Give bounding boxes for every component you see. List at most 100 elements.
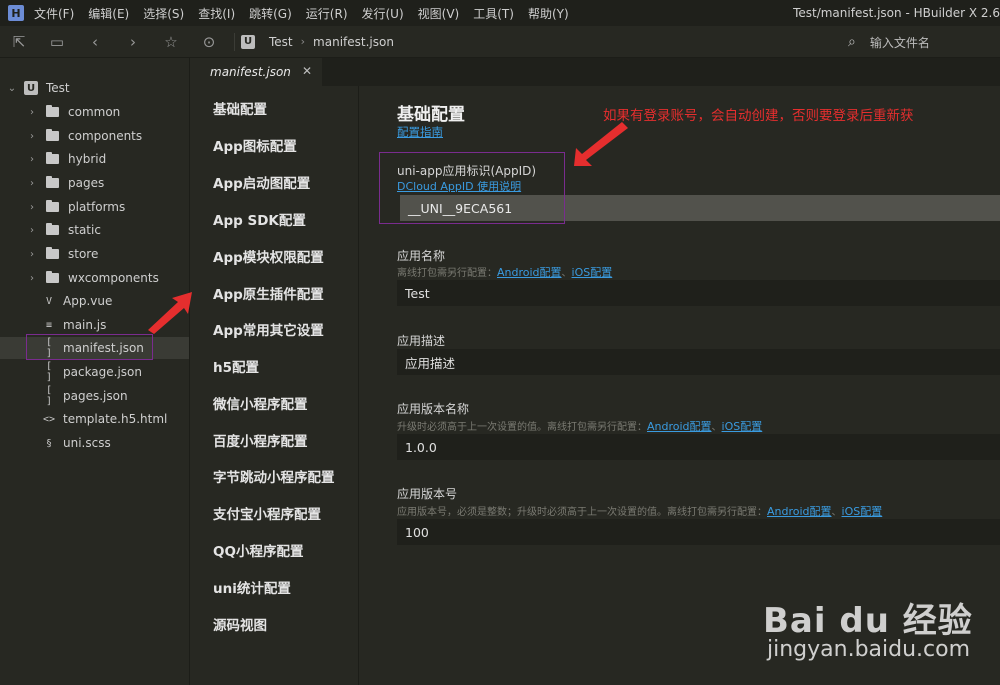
star-icon[interactable]: ☆	[152, 26, 190, 58]
tree-item-hybrid[interactable]: › hybrid	[0, 148, 189, 170]
android-config-link[interactable]: Android配置	[647, 420, 712, 433]
config-nav-item[interactable]: 源码视图	[213, 614, 267, 634]
hint-text: 升级时必须高于上一次设置的值。离线打包需另行配置：	[397, 422, 647, 433]
menu-run[interactable]: 运行(R)	[306, 5, 348, 22]
menu-publish[interactable]: 发行(U)	[362, 5, 404, 22]
config-nav: 基础配置 App图标配置 App启动图配置 App SDK配置 App模块权限配…	[190, 86, 359, 685]
config-nav-item[interactable]: App启动图配置	[213, 172, 310, 192]
forward-icon[interactable]: ›	[114, 26, 152, 58]
config-guide-link[interactable]: 配置指南	[397, 124, 443, 140]
app-name-hint: 离线打包需另行配置：Android配置、iOS配置	[397, 264, 612, 280]
vue-file-icon: V	[45, 295, 53, 307]
close-icon[interactable]: ✕	[302, 64, 312, 78]
folder-icon	[46, 271, 59, 283]
hint-text: 应用版本号，必须是整数；升级时必须高于上一次设置的值。离线打包需另行配置：	[397, 507, 767, 518]
version-code-hint: 应用版本号，必须是整数；升级时必须高于上一次设置的值。离线打包需另行配置：And…	[397, 503, 882, 519]
tree-item-platforms[interactable]: › platforms	[0, 196, 189, 218]
config-nav-item[interactable]: App原生插件配置	[213, 283, 324, 303]
tab-label: manifest.json	[210, 65, 291, 79]
config-nav-item[interactable]: App常用其它设置	[213, 319, 324, 339]
file-search-placeholder[interactable]: 输入文件名	[870, 34, 930, 51]
config-nav-item[interactable]: 基础配置	[213, 98, 267, 118]
toolbar: ⇱ ▭ ‹ › ☆ ⊙ U Test › manifest.json ⌕ 输入文…	[0, 26, 1000, 58]
chevron-right-icon[interactable]: ›	[26, 249, 38, 260]
tree-item-pages[interactable]: › pages	[0, 172, 189, 194]
tree-item-uni-scss[interactable]: § uni.scss	[0, 432, 189, 454]
app-name-label: 应用名称	[397, 249, 446, 263]
menu-goto[interactable]: 跳转(G)	[249, 5, 292, 22]
toolbar-divider	[234, 32, 235, 51]
chevron-right-icon[interactable]: ›	[26, 178, 38, 189]
folder-icon	[46, 152, 59, 164]
project-badge-icon: U	[241, 34, 255, 49]
hint-separator: 、	[711, 422, 722, 433]
hint-separator: 、	[831, 507, 842, 518]
menu-select[interactable]: 选择(S)	[143, 5, 184, 22]
app-name-field[interactable]: Test	[397, 280, 1000, 306]
config-nav-item[interactable]: 百度小程序配置	[213, 430, 308, 450]
menu-edit[interactable]: 编辑(E)	[88, 5, 129, 22]
chevron-right-icon[interactable]: ›	[26, 154, 38, 165]
version-name-field[interactable]: 1.0.0	[397, 434, 1000, 460]
tree-item-pages-json[interactable]: [ ] pages.json	[0, 385, 189, 407]
tree-item-static[interactable]: › static	[0, 219, 189, 241]
config-nav-item[interactable]: 支付宝小程序配置	[213, 503, 321, 523]
menu-view[interactable]: 视图(V)	[418, 5, 460, 22]
menu-file[interactable]: 文件(F)	[34, 5, 74, 22]
config-nav-item[interactable]: h5配置	[213, 356, 259, 376]
tree-item-template-html[interactable]: <> template.h5.html	[0, 408, 189, 430]
chevron-right-icon[interactable]: ›	[26, 273, 38, 284]
breadcrumb-project[interactable]: Test	[269, 35, 293, 49]
tree-item-label: common	[68, 105, 121, 119]
config-nav-item[interactable]: uni统计配置	[213, 577, 291, 597]
chevron-right-icon[interactable]: ›	[26, 131, 38, 142]
menu-tools[interactable]: 工具(T)	[473, 5, 514, 22]
search-icon: ⌕	[848, 34, 856, 50]
ios-config-link[interactable]: iOS配置	[722, 420, 763, 433]
chevron-right-icon[interactable]: ›	[26, 107, 38, 118]
menu-help[interactable]: 帮助(Y)	[528, 5, 569, 22]
new-file-icon[interactable]: ⇱	[0, 26, 38, 58]
ios-config-link[interactable]: iOS配置	[842, 505, 883, 518]
tree-root[interactable]: ⌄ U Test	[0, 77, 189, 99]
tab-manifest-json[interactable]: manifest.json ✕	[190, 58, 322, 86]
breadcrumb-file[interactable]: manifest.json	[313, 35, 394, 49]
tree-item-store[interactable]: › store	[0, 243, 189, 265]
annotation-arrow-icon	[574, 122, 628, 166]
manifest-highlight-box	[26, 334, 153, 360]
config-nav-item[interactable]: 字节跳动小程序配置	[213, 466, 335, 486]
config-nav-item[interactable]: App SDK配置	[213, 209, 306, 229]
tree-item-label: main.js	[63, 318, 107, 332]
tree-item-wxcomponents[interactable]: › wxcomponents	[0, 267, 189, 289]
android-config-link[interactable]: Android配置	[497, 266, 562, 279]
version-name-label: 应用版本名称	[397, 402, 470, 416]
folder-icon	[46, 247, 59, 259]
hint-separator: 、	[561, 268, 572, 279]
editor-tab-bar: manifest.json ✕	[190, 58, 1000, 86]
config-nav-item[interactable]: App图标配置	[213, 135, 297, 155]
android-config-link[interactable]: Android配置	[767, 505, 832, 518]
json-file-icon: [ ]	[45, 361, 53, 383]
config-nav-item[interactable]: 微信小程序配置	[213, 393, 308, 413]
menu-find[interactable]: 查找(I)	[198, 5, 235, 22]
tree-item-components[interactable]: › components	[0, 125, 189, 147]
config-nav-item[interactable]: QQ小程序配置	[213, 540, 303, 560]
file-search[interactable]: ⌕ 输入文件名	[848, 26, 930, 58]
hbuilder-logo-icon: H	[8, 5, 24, 21]
config-nav-item[interactable]: App模块权限配置	[213, 246, 324, 266]
chevron-down-icon[interactable]: ⌄	[6, 83, 18, 94]
chevron-right-icon[interactable]: ›	[26, 202, 38, 213]
back-icon[interactable]: ‹	[76, 26, 114, 58]
tree-item-label: uni.scss	[63, 436, 111, 450]
save-icon[interactable]: ▭	[38, 26, 76, 58]
tree-item-label: store	[68, 247, 99, 261]
tree-item-common[interactable]: › common	[0, 101, 189, 123]
chevron-right-icon[interactable]: ›	[26, 225, 38, 236]
tree-item-label: wxcomponents	[68, 271, 159, 285]
ios-config-link[interactable]: iOS配置	[572, 266, 613, 279]
version-code-field[interactable]: 100	[397, 519, 1000, 545]
run-icon[interactable]: ⊙	[190, 26, 228, 58]
tree-item-label: package.json	[63, 365, 143, 379]
app-desc-field[interactable]: 应用描述	[397, 349, 1000, 375]
tree-item-package-json[interactable]: [ ] package.json	[0, 361, 189, 383]
